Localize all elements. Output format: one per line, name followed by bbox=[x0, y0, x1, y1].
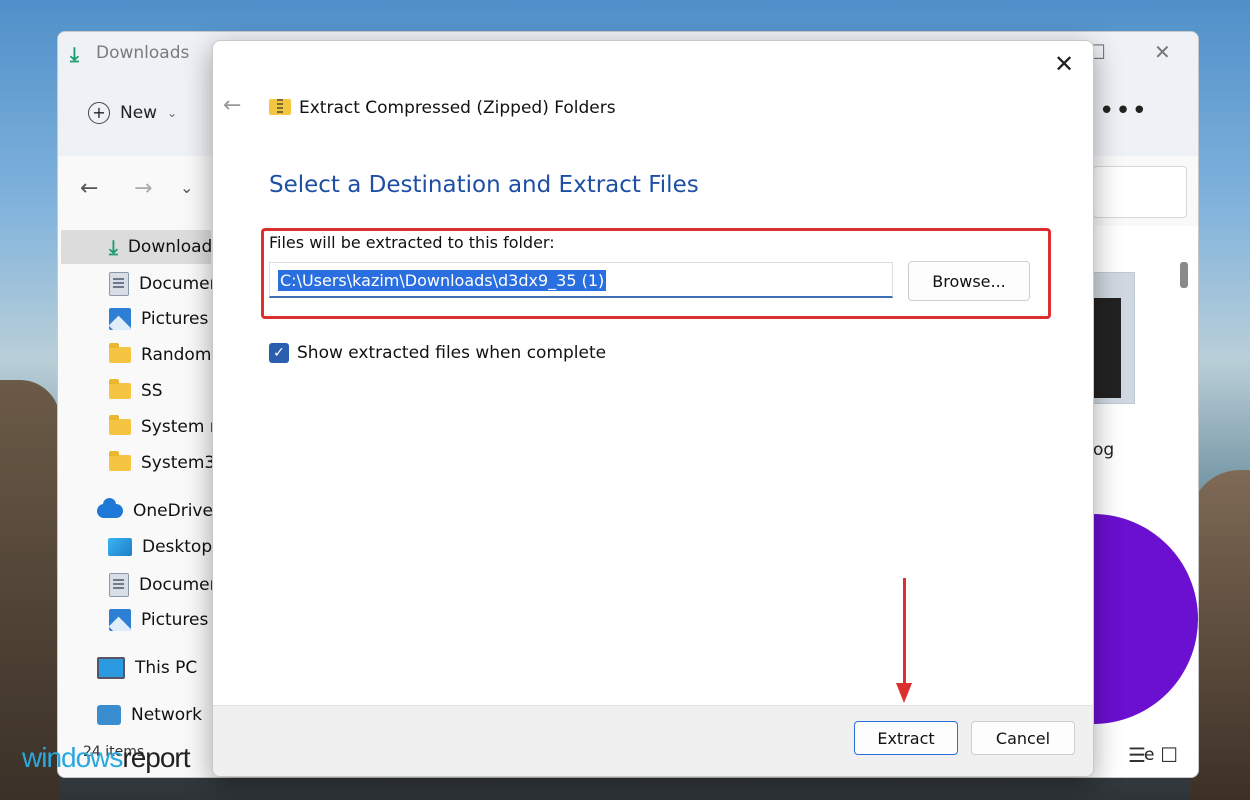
download-icon: ⤓ bbox=[70, 42, 79, 66]
pictures-icon bbox=[109, 609, 131, 631]
dialog-footer: Extract Cancel bbox=[213, 705, 1093, 776]
close-icon[interactable]: ✕ bbox=[1049, 49, 1079, 79]
more-options-icon[interactable]: ••• bbox=[1099, 96, 1148, 126]
new-button-label: New bbox=[120, 103, 158, 123]
watermark-part-1: windows bbox=[22, 742, 123, 773]
search-box[interactable] bbox=[1093, 166, 1187, 218]
sidebar-item-label: This PC bbox=[135, 658, 198, 678]
new-button[interactable]: + New ⌄ bbox=[88, 102, 177, 124]
document-icon bbox=[109, 573, 129, 597]
pc-icon bbox=[97, 657, 125, 679]
sidebar-item-label: Pictures bbox=[141, 610, 209, 630]
details-view-icon[interactable]: ☰ bbox=[1128, 743, 1146, 767]
sidebar-item-pictures[interactable]: Pictures bbox=[109, 308, 208, 330]
plus-icon: + bbox=[88, 102, 110, 124]
explorer-title: Downloads bbox=[96, 43, 190, 63]
sidebar-item-network[interactable]: Network bbox=[97, 705, 202, 725]
network-icon bbox=[97, 705, 121, 725]
back-arrow-icon[interactable]: ← bbox=[223, 93, 241, 118]
desktop-rock-right bbox=[1190, 470, 1250, 800]
destination-label: Files will be extracted to this folder: bbox=[269, 233, 555, 252]
sidebar-item-system32[interactable]: System32 bbox=[109, 451, 226, 473]
watermark-logo: windowsreport bbox=[22, 742, 191, 774]
recent-locations-chevron-icon[interactable]: ⌄ bbox=[180, 178, 193, 197]
sidebar-item-label: Desktop bbox=[142, 537, 213, 557]
sidebar-item-onedrive-pictures[interactable]: Pictures bbox=[109, 609, 208, 631]
folder-icon bbox=[109, 343, 131, 363]
sidebar-item-label: Pictures bbox=[141, 309, 209, 329]
extract-button[interactable]: Extract bbox=[854, 721, 958, 755]
sidebar-item-label: OneDrive - bbox=[133, 501, 225, 521]
sidebar-item-system-re[interactable]: System re bbox=[109, 415, 227, 437]
forward-arrow-icon[interactable]: → bbox=[134, 176, 152, 201]
cancel-button[interactable]: Cancel bbox=[971, 721, 1075, 755]
folder-icon bbox=[109, 451, 131, 471]
zip-folder-icon bbox=[269, 99, 291, 115]
show-extracted-files-label: Show extracted files when complete bbox=[297, 343, 607, 363]
thumbnail-image bbox=[1091, 298, 1121, 398]
cloud-icon bbox=[97, 498, 123, 518]
back-arrow-icon[interactable]: ← bbox=[80, 176, 98, 201]
download-icon: ⤓ bbox=[109, 235, 118, 259]
annotation-arrow-shaft bbox=[903, 578, 906, 688]
folder-icon bbox=[109, 415, 131, 435]
sidebar-item-label: Documen bbox=[139, 575, 221, 595]
sidebar-item-random[interactable]: Random bbox=[109, 343, 212, 365]
pictures-icon bbox=[109, 308, 131, 330]
chevron-down-icon: ⌄ bbox=[167, 106, 178, 120]
sidebar-item-downloads[interactable]: ⤓ Downloads bbox=[61, 230, 221, 264]
scrollbar-thumb[interactable] bbox=[1180, 262, 1188, 288]
desktop-rock-left bbox=[0, 380, 60, 800]
close-icon[interactable]: ✕ bbox=[1154, 40, 1171, 64]
show-extracted-files-option[interactable]: ✓ Show extracted files when complete bbox=[269, 343, 606, 363]
watermark-part-2: report bbox=[122, 742, 190, 773]
sidebar-item-onedrive-documents[interactable]: Documen bbox=[109, 573, 220, 597]
checkbox-checked-icon[interactable]: ✓ bbox=[269, 343, 289, 363]
destination-path-value: C:\Users\kazim\Downloads\d3dx9_35 (1) bbox=[278, 270, 607, 291]
sidebar-item-desktop[interactable]: Desktop bbox=[108, 537, 212, 557]
dialog-title: Extract Compressed (Zipped) Folders bbox=[299, 98, 616, 118]
sidebar-item-this-pc[interactable]: This PC bbox=[97, 657, 197, 679]
sidebar-item-label: Downloads bbox=[127, 237, 222, 257]
file-name-label: og bbox=[1093, 440, 1115, 460]
dialog-heading: Select a Destination and Extract Files bbox=[269, 172, 699, 198]
view-toggle: ☰ ☐ bbox=[1128, 743, 1178, 767]
tiles-view-icon[interactable]: ☐ bbox=[1160, 743, 1178, 767]
sidebar-item-label: Random bbox=[141, 345, 212, 365]
sidebar-item-label: SS bbox=[141, 381, 163, 401]
navigation-pane: ⤓ Downloads Documents Pictures Random SS… bbox=[58, 226, 236, 777]
sidebar-item-label: Network bbox=[131, 705, 202, 725]
sidebar-item-ss[interactable]: SS bbox=[109, 379, 163, 401]
desktop-icon bbox=[108, 538, 132, 556]
extract-dialog: ✕ ← Extract Compressed (Zipped) Folders … bbox=[212, 40, 1094, 777]
destination-path-input[interactable]: C:\Users\kazim\Downloads\d3dx9_35 (1) bbox=[269, 262, 893, 298]
sidebar-item-onedrive[interactable]: OneDrive - bbox=[97, 498, 225, 521]
document-icon bbox=[109, 272, 129, 296]
annotation-arrow-head bbox=[896, 683, 912, 703]
folder-icon bbox=[109, 379, 131, 399]
browse-button[interactable]: Browse... bbox=[908, 261, 1030, 301]
